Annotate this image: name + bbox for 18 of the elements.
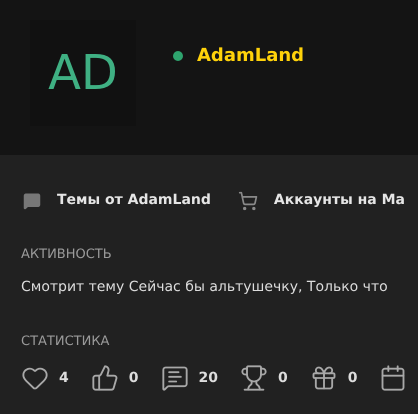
stat-count: 20 [198, 368, 218, 388]
message-icon [160, 364, 188, 392]
stat-count: 0 [348, 368, 358, 388]
activity-text: Смотрит тему Сейчас бы альтушечку, Только что [21, 278, 389, 296]
trophy-icon [240, 364, 268, 392]
speech-bubble-icon [23, 192, 41, 210]
topics-link[interactable]: Темы от AdamLand [23, 190, 211, 211]
stat-count: 0 [278, 368, 288, 388]
username[interactable]: AdamLand [197, 42, 304, 69]
stat-count: 4 [59, 368, 69, 388]
gift-icon [310, 364, 338, 392]
section-heading: АКТИВНОСТЬ [21, 246, 113, 264]
calendar-icon [379, 364, 408, 392]
stat-count: 0 [128, 368, 138, 388]
thumbs-up-icon [90, 364, 119, 392]
market-link[interactable]: Аккаунты на Ма [238, 190, 405, 211]
cart-icon [238, 190, 258, 210]
section-heading: СТАТИСТИКА [21, 332, 110, 350]
